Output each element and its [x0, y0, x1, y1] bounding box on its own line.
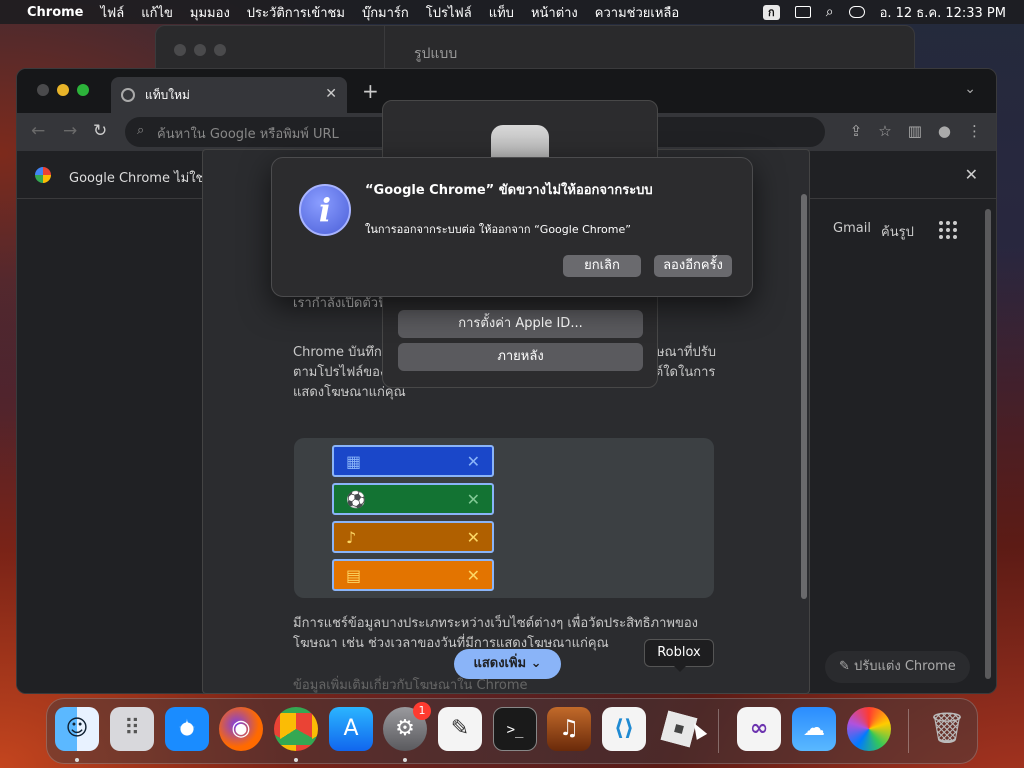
band-close-icon: ✕ — [466, 451, 480, 471]
gmail-link[interactable]: Gmail — [833, 221, 871, 236]
minimize-button[interactable] — [57, 84, 69, 96]
menu-bar: Chrome ไฟล์ แก้ไข มุมมอง ประวัติการเข้าช… — [0, 0, 1024, 24]
textedit-icon[interactable]: ✎ — [438, 707, 482, 751]
topic-band-calendar: ▦ ✕ — [332, 445, 494, 477]
band-close-icon: ✕ — [466, 489, 480, 509]
clapperboard-icon: ▤ — [346, 565, 362, 585]
spotlight-search-icon[interactable]: ⌕ — [826, 4, 834, 20]
vscode-icon[interactable]: ⟨⟩ — [602, 707, 646, 751]
share-icon[interactable]: ⇪ — [850, 122, 863, 140]
tab-search-chevron-icon[interactable]: ⌄ — [964, 81, 976, 97]
topic-band-music: ♪ ✕ — [332, 521, 494, 553]
garageband-icon[interactable]: ♫ — [547, 707, 591, 751]
menu-profiles[interactable]: โปรไฟล์ — [426, 2, 472, 23]
trash-icon[interactable]: 🗑 — [925, 707, 969, 751]
soccer-ball-icon: ⚽ — [346, 489, 366, 509]
running-indicator — [294, 758, 298, 762]
back-arrow-icon[interactable]: ← — [31, 121, 45, 141]
menu-history[interactable]: ประวัติการเข้าชม — [247, 2, 345, 23]
profile-icon[interactable]: ● — [938, 122, 951, 140]
zoom-dot[interactable] — [214, 44, 226, 56]
dock-tooltip: Roblox — [644, 639, 714, 672]
try-again-button[interactable]: ลองอีกครั้ง — [654, 255, 732, 277]
close-button[interactable] — [37, 84, 49, 96]
more-menu-icon[interactable]: ⋮ — [967, 122, 982, 140]
color-picker-icon[interactable] — [847, 707, 891, 751]
logout-blocked-alert: i “Google Chrome” ขัดขวางไม่ให้ออกจากระบ… — [271, 157, 753, 297]
calendar-icon: ▦ — [346, 451, 362, 471]
weather-icon[interactable]: ☁ — [792, 707, 836, 751]
chrome-icon[interactable] — [274, 707, 318, 751]
menu-edit[interactable]: แก้ไข — [141, 2, 173, 23]
tab-close-icon[interactable]: ✕ — [325, 86, 337, 102]
bookmark-star-icon[interactable]: ☆ — [878, 122, 891, 140]
infobar-close-icon[interactable]: ✕ — [965, 165, 978, 184]
close-dot[interactable] — [174, 44, 186, 56]
band-close-icon: ✕ — [466, 527, 480, 547]
alert-title: “Google Chrome” ขัดขวางไม่ให้ออกจากระบบ — [365, 183, 653, 198]
menu-window[interactable]: หน้าต่าง — [531, 2, 578, 23]
minimize-dot[interactable] — [194, 44, 206, 56]
menu-app-name[interactable]: Chrome — [27, 5, 84, 20]
chevron-down-icon: ⌄ — [530, 656, 542, 671]
omnibox-placeholder: ค้นหาใน Google หรือพิมพ์ URL — [157, 127, 339, 142]
app-store-icon[interactable]: A — [329, 707, 373, 751]
dock-separator — [908, 709, 909, 753]
terminal-icon[interactable]: >_ — [493, 707, 537, 751]
menu-view[interactable]: มุมมอง — [190, 2, 230, 23]
music-note-icon: ♪ — [346, 527, 357, 547]
tab-new-tab[interactable]: แท็บใหม่ ✕ — [111, 77, 347, 113]
infobar-text: Google Chrome ไม่ใช่เ — [69, 171, 209, 186]
alert-message: ในการออกจากระบบต่อ ให้ออกจาก “Google Chr… — [365, 223, 631, 236]
menu-file[interactable]: ไฟล์ — [101, 2, 125, 23]
topic-band-sports: ⚽ ✕ — [332, 483, 494, 515]
control-center-icon[interactable] — [848, 6, 865, 18]
safari-icon[interactable]: ✦ — [165, 707, 209, 751]
later-button[interactable]: ภายหลัง — [398, 343, 643, 371]
window-title: รูปแบบ — [414, 46, 458, 62]
apple-id-settings-button[interactable]: การตั้งค่า Apple ID... — [398, 310, 643, 338]
input-source-indicator[interactable]: ก — [763, 4, 780, 20]
show-more-button[interactable]: แสดงเพิ่ม ⌄ — [454, 649, 561, 679]
chrome-favicon-icon — [121, 88, 135, 102]
visual-studio-icon[interactable]: ∞ — [737, 707, 781, 751]
topic-band-movies: ▤ ✕ — [332, 559, 494, 591]
notification-badge: 1 — [413, 702, 431, 720]
window-switch-icon[interactable] — [794, 6, 811, 18]
info-icon: i — [299, 184, 351, 236]
running-indicator — [75, 758, 79, 762]
page-scrollbar[interactable] — [985, 209, 991, 679]
dock: ☺ ⠿ ✦ ◉ A ⚙ 1 ✎ >_ ♫ ⟨⟩ ∞ ☁ 🗑 — [46, 698, 978, 764]
system-settings-icon[interactable]: ⚙ 1 — [383, 702, 431, 751]
new-tab-button[interactable]: + — [362, 79, 379, 103]
search-icon: ⌕ — [137, 123, 145, 138]
side-panel-icon[interactable]: ▥ — [908, 122, 922, 140]
pencil-icon: ✎ — [839, 659, 855, 674]
images-link[interactable]: ค้นรูป — [881, 221, 914, 242]
launchpad-icon[interactable]: ⠿ — [110, 707, 154, 751]
tab-title: แท็บใหม่ — [145, 87, 190, 102]
band-close-icon: ✕ — [466, 565, 480, 585]
menu-bookmarks[interactable]: บุ๊กมาร์ก — [362, 2, 409, 23]
finder-icon[interactable]: ☺ — [55, 707, 99, 751]
customize-chrome-button[interactable]: ✎ ปรับแต่ง Chrome — [825, 651, 970, 683]
customize-label: ปรับแต่ง Chrome — [854, 659, 956, 674]
dialog-scrollbar[interactable] — [801, 194, 807, 599]
reload-icon[interactable]: ↻ — [93, 121, 107, 141]
running-indicator — [403, 758, 407, 762]
google-apps-icon[interactable] — [939, 221, 957, 239]
show-more-label: แสดงเพิ่ม — [473, 656, 527, 671]
menu-help[interactable]: ความช่วยเหลือ — [595, 2, 679, 23]
forward-arrow-icon[interactable]: → — [63, 121, 77, 141]
chrome-logo-icon — [35, 167, 51, 183]
menubar-clock[interactable]: อ. 12 ธ.ค. 12:33 PM — [880, 2, 1006, 23]
firefox-icon[interactable]: ◉ — [219, 707, 263, 751]
menu-tab[interactable]: แท็บ — [489, 2, 514, 23]
dock-separator — [718, 709, 719, 753]
zoom-button[interactable] — [77, 84, 89, 96]
cancel-button[interactable]: ยกเลิก — [563, 255, 641, 277]
